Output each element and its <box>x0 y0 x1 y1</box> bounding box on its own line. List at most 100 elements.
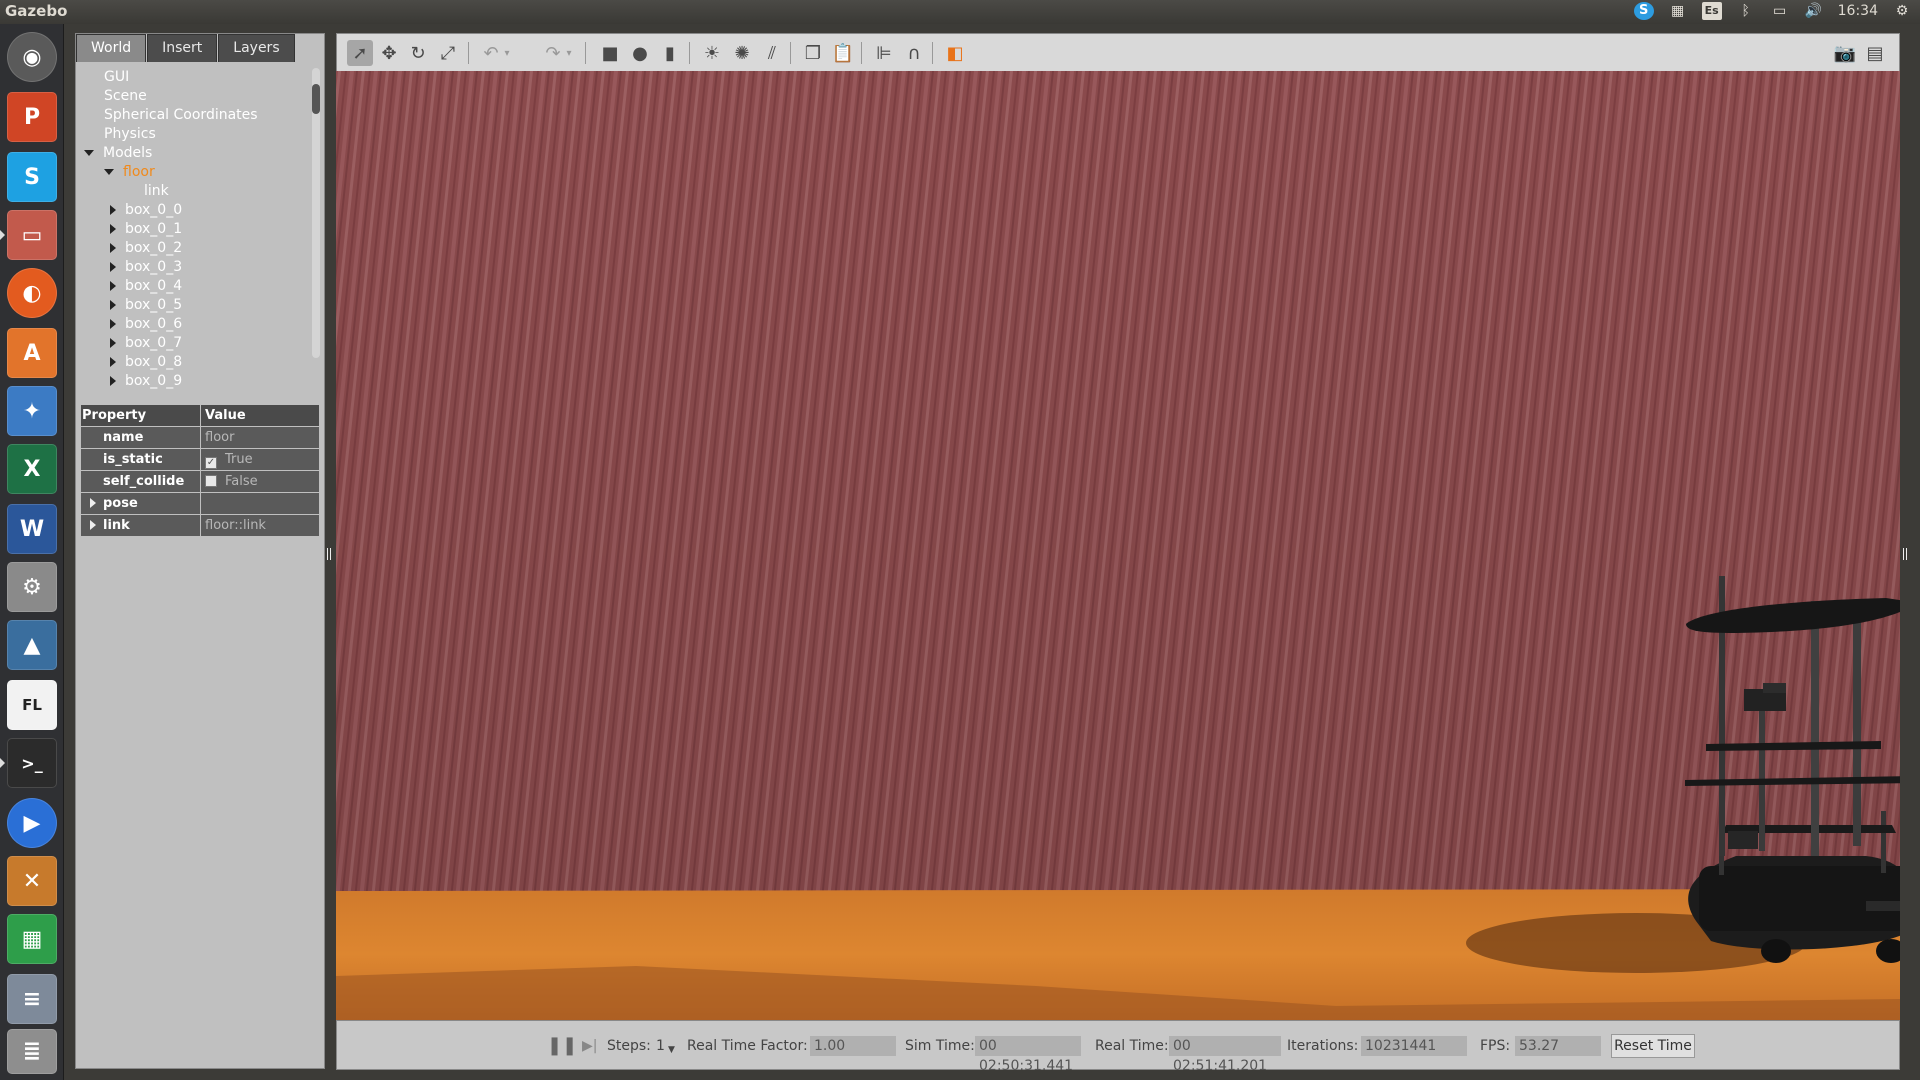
ubuntu-dash-icon[interactable]: ◉ <box>7 32 57 82</box>
property-value[interactable]: ✓ True <box>201 449 319 470</box>
is-static-checkbox[interactable]: ✓ <box>205 457 217 469</box>
clock[interactable]: 16:34 <box>1838 3 1878 19</box>
expand-arrow-icon[interactable] <box>110 319 116 329</box>
collapse-arrow-icon[interactable] <box>84 150 94 156</box>
redo-dropdown-icon[interactable]: ▾ <box>562 40 576 66</box>
spreadsheet-icon[interactable]: ▦ <box>7 914 57 964</box>
step-icon[interactable]: ▶| <box>582 1036 597 1056</box>
expand-arrow-icon[interactable] <box>110 376 116 386</box>
log-record-icon[interactable]: ▤ <box>1862 40 1888 66</box>
undo-dropdown-icon[interactable]: ▾ <box>500 40 514 66</box>
property-value[interactable]: False <box>201 471 319 492</box>
tree-item-scene[interactable]: Scene <box>104 87 147 106</box>
expand-arrow-icon[interactable] <box>90 498 96 508</box>
translate-mode-icon[interactable]: ✥ <box>376 40 402 66</box>
steps-value[interactable]: 1 <box>656 1036 665 1056</box>
spot-light-icon[interactable]: ✺ <box>729 40 755 66</box>
system-tray: S ▦ Es ᛒ ▭ 🔊 16:34 ⚙ <box>1633 2 1912 20</box>
bluetooth-icon[interactable]: ᛒ <box>1736 2 1756 20</box>
box-shape-icon[interactable]: ■ <box>597 40 623 66</box>
tree-item-model[interactable]: box_0_9 <box>110 372 182 391</box>
tree-item-models[interactable]: Models <box>84 144 152 163</box>
sim-time-label: Sim Time: <box>905 1038 975 1054</box>
cylinder-shape-icon[interactable]: ▮ <box>657 40 683 66</box>
matlab-icon[interactable]: ▲ <box>7 620 57 670</box>
skype-tray-icon[interactable]: S <box>1633 2 1654 20</box>
expand-arrow-icon[interactable] <box>110 300 116 310</box>
tree-scrollbar-thumb[interactable] <box>312 84 320 114</box>
screenshot-camera-icon[interactable]: 📷 <box>1832 40 1858 66</box>
tree-item-link[interactable]: link <box>144 182 169 201</box>
tree-item-model[interactable]: box_0_0 <box>110 201 182 220</box>
powerpoint-icon[interactable]: P <box>7 92 57 142</box>
workspaces-icon[interactable]: ▦ <box>1668 2 1688 20</box>
tree-item-model[interactable]: box_0_6 <box>110 315 182 334</box>
expand-arrow-icon[interactable] <box>110 357 116 367</box>
trash-icon[interactable]: ≣ <box>7 1029 57 1074</box>
expand-arrow-icon[interactable] <box>110 281 116 291</box>
tree-item-floor[interactable]: floor <box>104 163 155 182</box>
excel-icon[interactable]: X <box>7 444 57 494</box>
view-angle-icon[interactable]: ◧ <box>942 40 968 66</box>
volume-icon[interactable]: 🔊 <box>1804 2 1824 20</box>
battery-icon[interactable]: ▭ <box>1770 2 1790 20</box>
fl-editor-icon[interactable]: FL <box>7 680 57 730</box>
tab-layers[interactable]: Layers <box>218 34 295 62</box>
terminal-icon[interactable]: >_ <box>0 738 57 788</box>
tree-item-model[interactable]: box_0_1 <box>110 220 182 239</box>
tree-item-label: floor <box>123 164 155 180</box>
expand-arrow-icon[interactable] <box>110 243 116 253</box>
software-center-icon[interactable]: A <box>7 328 57 378</box>
firefox-icon[interactable]: ◐ <box>7 268 57 318</box>
skype-icon[interactable]: S <box>7 152 57 202</box>
expand-arrow-icon[interactable] <box>110 205 116 215</box>
steps-dropdown-icon[interactable]: ▼ <box>668 1040 675 1060</box>
3d-viewport[interactable] <box>336 71 1900 1020</box>
word-icon[interactable]: W <box>7 504 57 554</box>
tab-insert[interactable]: Insert <box>147 34 218 62</box>
tree-item-model[interactable]: box_0_4 <box>110 277 182 296</box>
files-icon[interactable]: ▭ <box>0 210 57 260</box>
property-value[interactable]: floor <box>201 427 319 448</box>
tab-world[interactable]: World <box>76 34 147 62</box>
left-panel: World Insert Layers GUI Scene Spherical … <box>75 33 325 1069</box>
tree-item-spherical-coordinates[interactable]: Spherical Coordinates <box>104 106 258 125</box>
collapse-arrow-icon[interactable] <box>104 169 114 175</box>
tree-item-physics[interactable]: Physics <box>104 125 156 144</box>
tree-item-model[interactable]: box_0_3 <box>110 258 182 277</box>
paste-icon[interactable]: 📋 <box>830 40 856 66</box>
tree-item-model[interactable]: box_0_2 <box>110 239 182 258</box>
settings-gear-icon[interactable]: ⚙ <box>1892 2 1912 20</box>
point-light-icon[interactable]: ☀ <box>699 40 725 66</box>
select-mode-icon[interactable]: ➚ <box>347 40 373 66</box>
expand-arrow-icon[interactable] <box>90 520 96 530</box>
scale-mode-icon[interactable]: ⤢ <box>435 40 461 66</box>
property-row-pose[interactable]: pose <box>81 493 319 514</box>
tree-item-model[interactable]: box_0_5 <box>110 296 182 315</box>
keyboard-lang-icon[interactable]: Es <box>1701 2 1722 20</box>
windows-app-icon[interactable]: ✦ <box>7 386 57 436</box>
right-splitter-handle[interactable] <box>1903 548 1907 560</box>
left-splitter-handle[interactable] <box>327 548 331 560</box>
expand-arrow-icon[interactable] <box>110 224 116 234</box>
system-settings-icon[interactable]: ⚙ <box>7 562 57 612</box>
copy-icon[interactable]: ❐ <box>800 40 826 66</box>
tree-item-model[interactable]: box_0_8 <box>110 353 182 372</box>
sphere-shape-icon[interactable]: ● <box>627 40 653 66</box>
snap-icon[interactable]: ∩ <box>901 40 927 66</box>
pause-icon[interactable]: ❚❚ <box>547 1036 577 1056</box>
expand-arrow-icon[interactable] <box>110 338 116 348</box>
self-collide-checkbox[interactable] <box>205 475 217 487</box>
reset-time-button[interactable]: Reset Time <box>1611 1034 1695 1058</box>
directional-light-icon[interactable]: ⫽ <box>759 40 785 66</box>
align-icon[interactable]: ⊫ <box>871 40 897 66</box>
tree-item-model[interactable]: box_0_7 <box>110 334 182 353</box>
expand-arrow-icon[interactable] <box>110 262 116 272</box>
property-key: is_static <box>81 449 200 470</box>
media-player-icon[interactable]: ▶ <box>7 798 57 848</box>
tree-item-gui[interactable]: GUI <box>104 68 129 87</box>
virtualbox-icon[interactable]: ✕ <box>7 856 57 906</box>
rotate-mode-icon[interactable]: ↻ <box>405 40 431 66</box>
property-row-link[interactable]: link floor::link <box>81 515 319 536</box>
workspace-stack-icon[interactable]: ≡ <box>7 974 57 1024</box>
